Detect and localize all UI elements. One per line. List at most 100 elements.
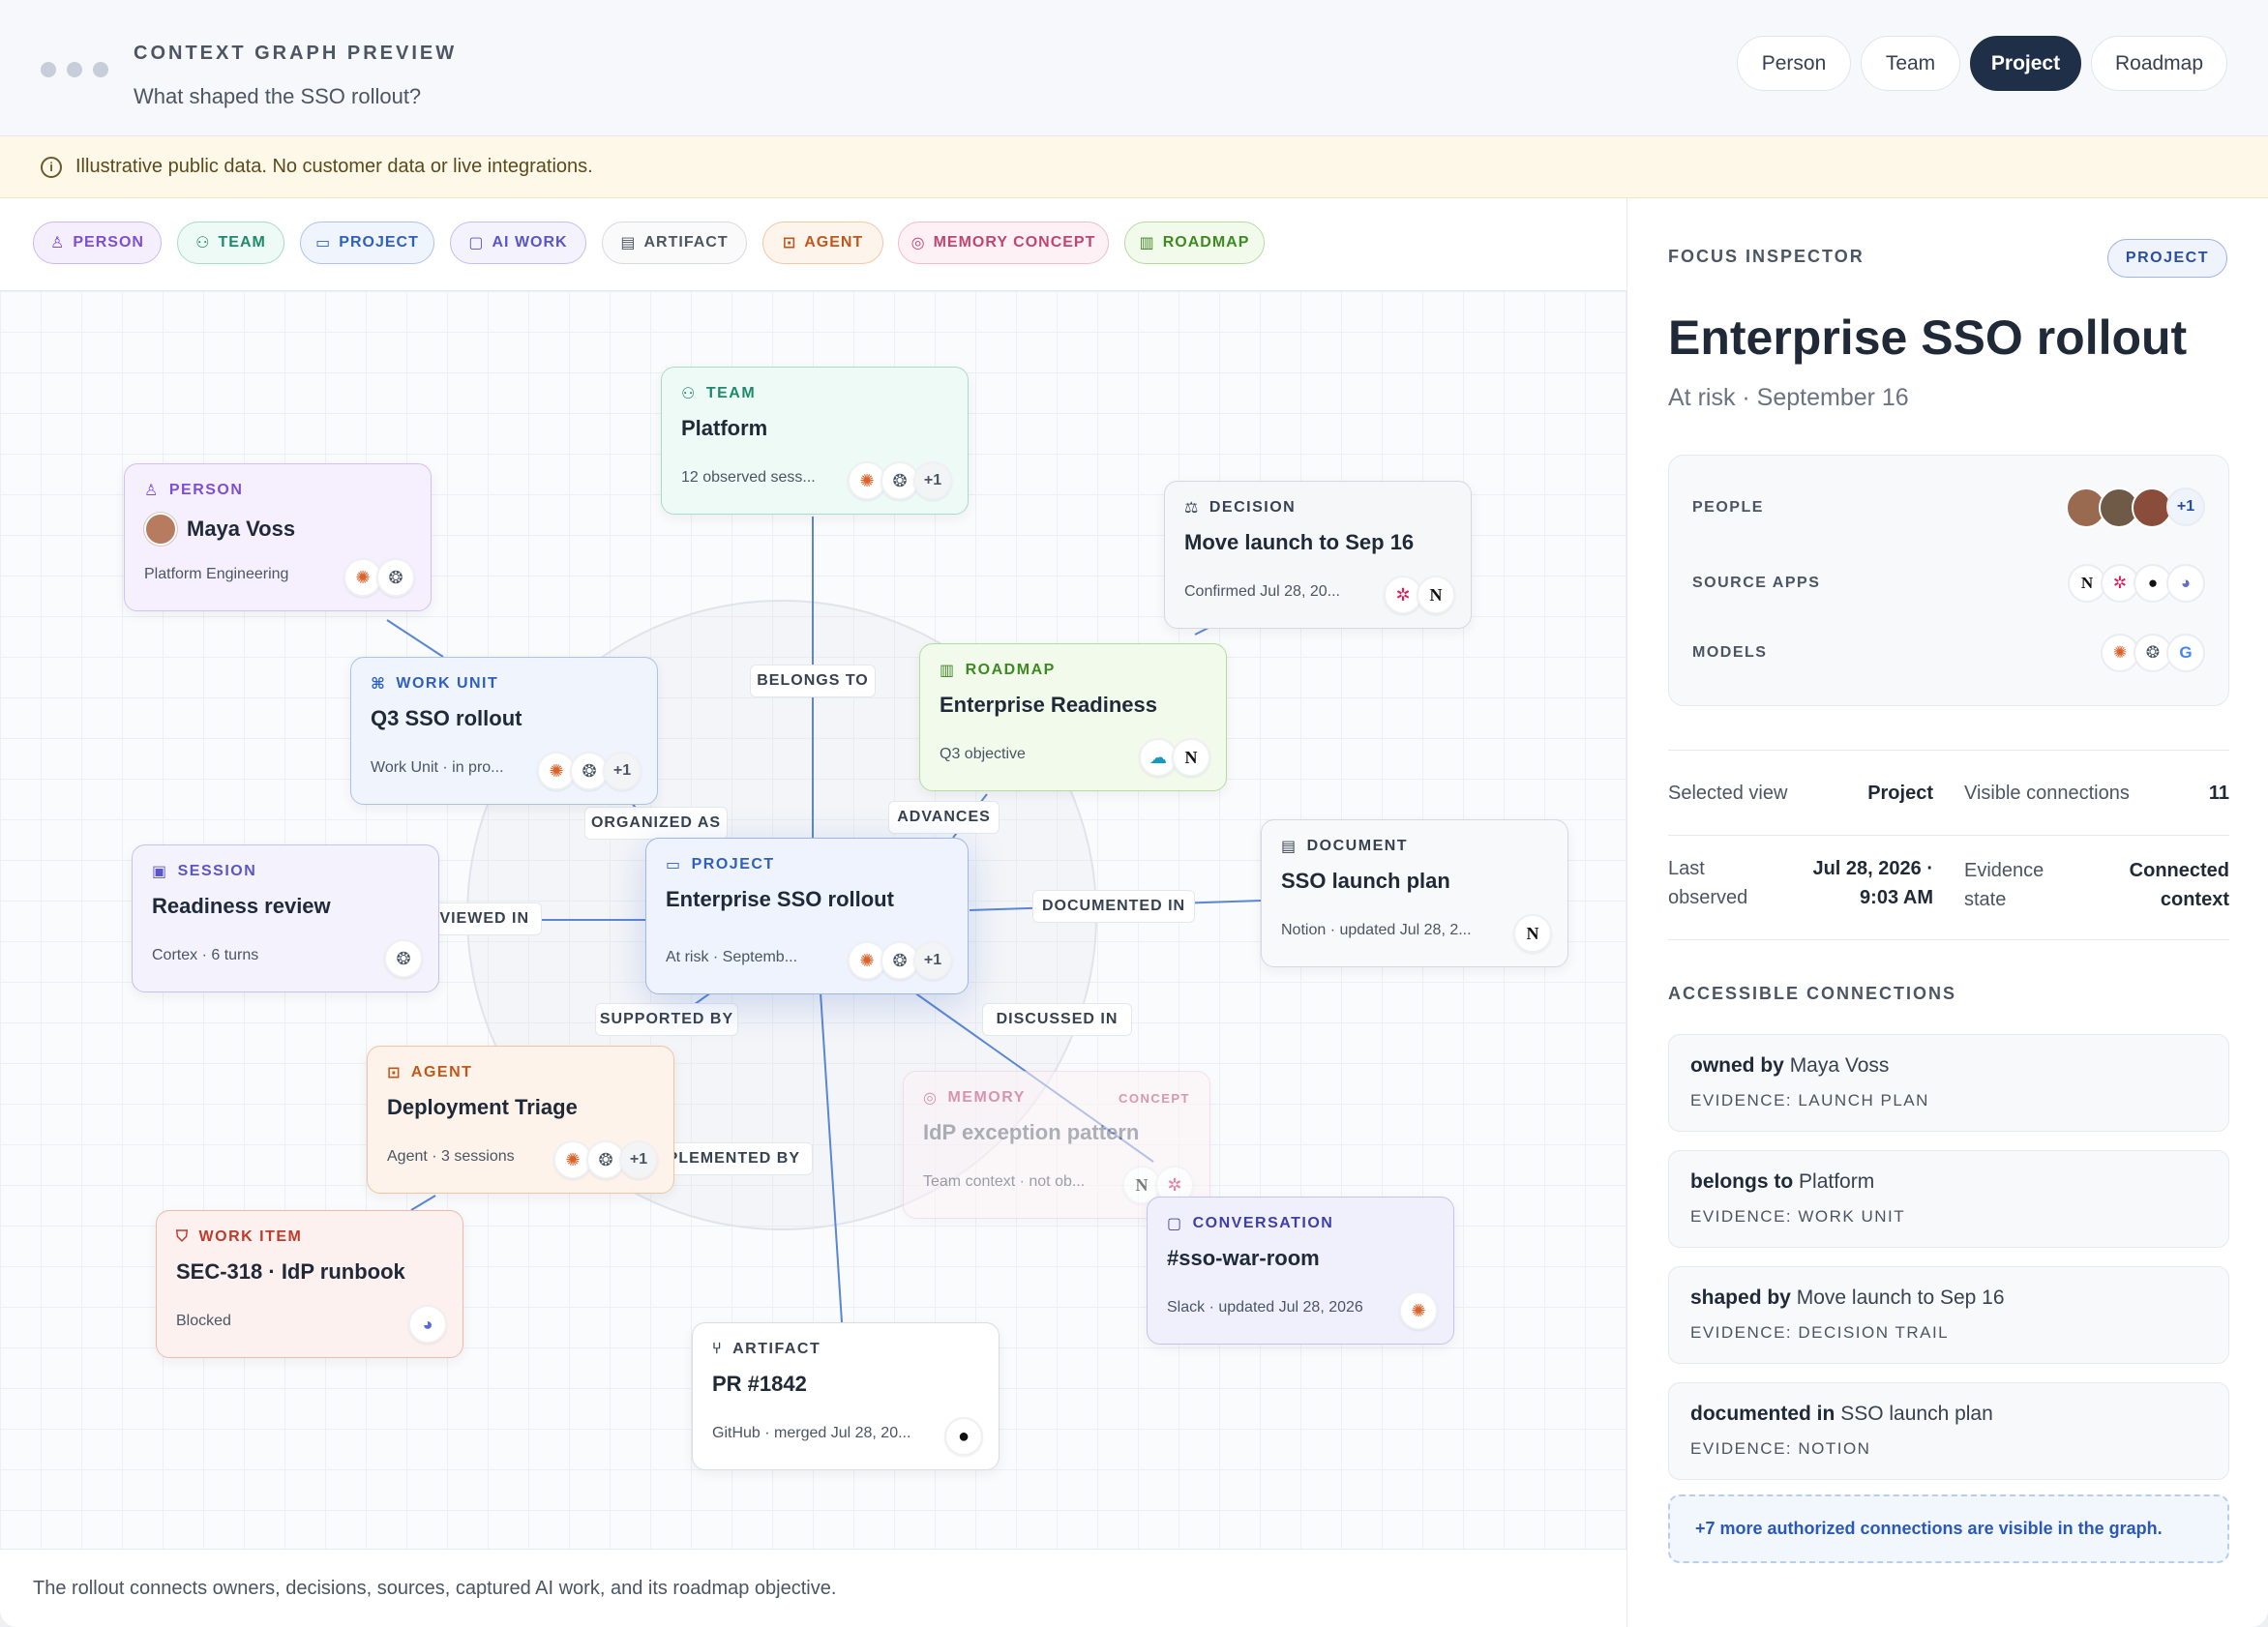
stat-visible-label: Visible connections xyxy=(1964,783,2130,804)
node-title: Maya Voss xyxy=(187,517,296,541)
node-title: Readiness review xyxy=(152,894,331,918)
claude-icon: ✺ xyxy=(1399,1291,1438,1330)
chat-icon: ▢ xyxy=(468,235,485,251)
team-icon: ⚇ xyxy=(195,235,211,251)
node-session[interactable]: ▣ SESSION Readiness review Cortex · 6 tur… xyxy=(132,844,439,992)
stat-last-observed-value: Jul 28, 2026 · 9:03 AM xyxy=(1812,858,1933,908)
person-icon: ♙ xyxy=(50,235,66,251)
source-apps-label: SOURCE APPS xyxy=(1692,575,1821,591)
node-artifact[interactable]: ⑂ ARTIFACT PR #1842 GitHub · merged Jul 2… xyxy=(692,1322,1000,1470)
connection-item[interactable]: documented in SSO launch plan EVIDENCE: … xyxy=(1668,1382,2229,1480)
node-meta: Confirmed Jul 28, 20... xyxy=(1184,583,1340,600)
stat-evidence-label: Evidence state xyxy=(1964,860,2044,910)
node-meta: GitHub · merged Jul 28, 20... xyxy=(712,1425,911,1441)
node-meta: Work Unit · in pro... xyxy=(371,759,504,776)
node-title: Deployment Triage xyxy=(387,1095,578,1119)
robot-icon: ⊡ xyxy=(387,1065,402,1081)
edge-label-discussed-in: DISCUSSED IN xyxy=(982,1003,1132,1036)
info-icon: i xyxy=(41,156,62,178)
node-title: Enterprise Readiness xyxy=(940,693,1157,717)
node-meta: At risk · Septemb... xyxy=(666,949,798,965)
node-title: #sso-war-room xyxy=(1167,1246,1320,1270)
legend-memory-chip[interactable]: ◎ MEMORY CONCEPT xyxy=(898,222,1109,264)
node-meta: Q3 objective xyxy=(940,746,1026,762)
node-team[interactable]: ⚇ TEAM Platform 12 observed sess... ✺ ❂ +1 xyxy=(661,367,969,515)
team-icon: ⚇ xyxy=(681,386,697,402)
view-project-button[interactable]: Project xyxy=(1970,36,2081,91)
avatar xyxy=(144,513,177,546)
map-icon: ▥ xyxy=(1139,235,1155,251)
node-project[interactable]: ▭ PROJECT Enterprise SSO rollout At risk … xyxy=(645,838,969,994)
brain-icon: ◎ xyxy=(923,1090,939,1107)
node-conversation[interactable]: ▢ CONVERSATION #sso-war-room Slack · upda… xyxy=(1147,1197,1454,1345)
brain-icon: ◎ xyxy=(910,235,926,251)
node-title: Platform xyxy=(681,416,768,440)
focus-inspector: FOCUS INSPECTOR PROJECT Enterprise SSO r… xyxy=(1626,198,2268,1627)
view-roadmap-button[interactable]: Roadmap xyxy=(2091,36,2227,91)
node-meta: Team context · not ob... xyxy=(923,1173,1086,1190)
robot-icon: ⊡ xyxy=(782,235,797,251)
legend-ai-work-chip[interactable]: ▢ AI WORK xyxy=(450,222,586,264)
document-icon: ▤ xyxy=(620,235,637,251)
map-icon: ▥ xyxy=(940,663,956,679)
header-subtitle: What shaped the SSO rollout? xyxy=(134,84,422,108)
legend-agent-chip[interactable]: ⊡ AGENT xyxy=(762,222,883,264)
concept-tag: CONCEPT xyxy=(1118,1090,1190,1106)
graph-caption: The rollout connects owners, decisions, … xyxy=(0,1549,1626,1627)
header: CONTEXT GRAPH PREVIEW What shaped the SS… xyxy=(0,0,2268,136)
folder-icon: ▭ xyxy=(315,235,332,251)
connection-item[interactable]: owned by Maya Voss EVIDENCE: LAUNCH PLAN xyxy=(1668,1034,2229,1132)
view-team-button[interactable]: Team xyxy=(1861,36,1960,91)
openai-icon: ❂ xyxy=(376,558,415,597)
node-roadmap[interactable]: ▥ ROADMAP Enterprise Readiness Q3 objecti… xyxy=(919,643,1227,791)
node-meta: Agent · 3 sessions xyxy=(387,1148,515,1165)
folder-icon: ▭ xyxy=(666,857,682,873)
inspector-eyebrow: FOCUS INSPECTOR xyxy=(1668,247,1865,266)
legend-team-chip[interactable]: ⚇ TEAM xyxy=(177,222,284,264)
more-people-badge: +1 xyxy=(2166,488,2205,526)
node-title: IdP exception pattern xyxy=(923,1120,1140,1144)
stat-visible-value: 11 xyxy=(2208,783,2229,804)
github-icon: ● xyxy=(944,1417,983,1456)
legend-person-chip[interactable]: ♙ PERSON xyxy=(33,222,162,264)
edge-label-documented-in: DOCUMENTED IN xyxy=(1032,890,1195,923)
node-meta: Blocked xyxy=(176,1313,231,1329)
document-icon: ▤ xyxy=(1281,839,1298,855)
graph-canvas[interactable]: BELONGS TO ORGANIZED AS ADVANCES VIEWED … xyxy=(0,291,1626,1549)
node-person[interactable]: ♙ PERSON Maya Voss Platform Engineering ✺… xyxy=(124,463,432,611)
edge-label-implemented-by: IMPLEMENTED BY xyxy=(648,1142,813,1175)
person-icon: ♙ xyxy=(144,483,160,499)
legend-project-chip[interactable]: ▭ PROJECT xyxy=(300,222,434,264)
notion-icon: N xyxy=(1513,914,1552,953)
linear-icon: ◕ xyxy=(408,1305,447,1344)
node-document[interactable]: ▤ DOCUMENT SSO launch plan Notion · updat… xyxy=(1261,819,1568,967)
shield-icon: ⛉ xyxy=(176,1228,190,1245)
connections-heading: ACCESSIBLE CONNECTIONS xyxy=(1668,984,1957,1003)
node-work-unit[interactable]: ⌘ WORK UNIT Q3 SSO rollout Work Unit · in… xyxy=(350,657,658,805)
view-person-button[interactable]: Person xyxy=(1737,36,1851,91)
node-meta: Notion · updated Jul 28, 2... xyxy=(1281,922,1472,938)
legend-artifact-chip[interactable]: ▤ ARTIFACT xyxy=(602,222,747,264)
node-decision[interactable]: ⚖ DECISION Move launch to Sep 16 Confirme… xyxy=(1164,481,1472,629)
edge-label-viewed-in: VIEWED IN xyxy=(426,902,542,935)
stat-last-observed-label: Last observed xyxy=(1668,858,1748,908)
connection-item[interactable]: belongs to Platform EVIDENCE: WORK UNIT xyxy=(1668,1150,2229,1248)
edge-label-advances: ADVANCES xyxy=(888,801,1000,834)
node-agent[interactable]: ⊡ AGENT Deployment Triage Agent · 3 sessi… xyxy=(367,1046,674,1194)
openai-icon: ❂ xyxy=(384,939,423,978)
node-meta: 12 observed sess... xyxy=(681,469,816,486)
more-sources-badge: +1 xyxy=(603,752,642,790)
legend-roadmap-chip[interactable]: ▥ ROADMAP xyxy=(1124,222,1265,264)
notion-icon: N xyxy=(1172,738,1210,777)
edge-label-belongs-to: BELONGS TO xyxy=(750,665,876,697)
header-eyebrow: CONTEXT GRAPH PREVIEW xyxy=(134,43,458,64)
workflow-icon: ⌘ xyxy=(371,676,387,693)
node-work-item[interactable]: ⛉ WORK ITEM SEC-318 · IdP runbook Blocked… xyxy=(156,1210,463,1358)
inspector-title: Enterprise SSO rollout xyxy=(1668,311,2188,365)
edge-label-supported-by: SUPPORTED BY xyxy=(595,1003,738,1036)
pull-request-icon: ⑂ xyxy=(712,1341,724,1357)
inspector-facts: PEOPLE +1 SOURCE APPS N ✲ ● ◕ MODELS ✺ ❂… xyxy=(1668,455,2229,706)
more-sources-badge: +1 xyxy=(913,461,952,500)
connection-item[interactable]: shaped by Move launch to Sep 16 EVIDENCE… xyxy=(1668,1266,2229,1364)
inspector-type-badge: PROJECT xyxy=(2106,239,2227,278)
